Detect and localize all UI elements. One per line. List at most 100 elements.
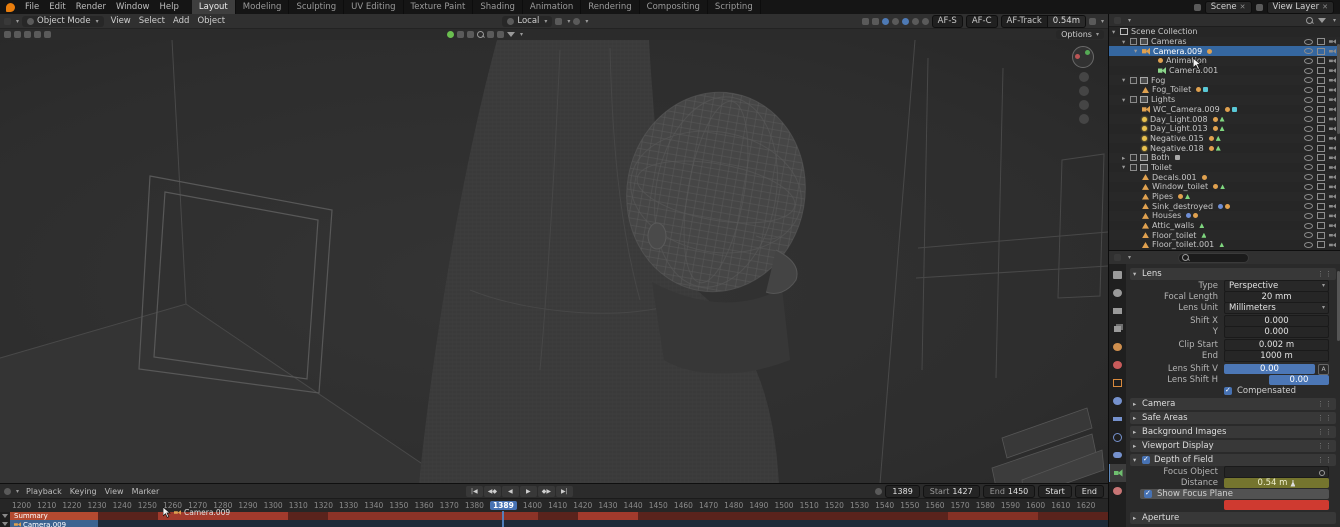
collection-checkbox[interactable]: [1130, 96, 1137, 103]
outliner-row[interactable]: Animation: [1109, 56, 1340, 66]
view-layer-selector[interactable]: View Layer ✕: [1267, 1, 1334, 14]
disable-in-renders-icon[interactable]: [1329, 242, 1336, 247]
outliner-row[interactable]: Sink_destroyed: [1109, 201, 1340, 211]
workspace-tab[interactable]: Texture Paint: [404, 0, 474, 14]
tab-object-data[interactable]: [1109, 464, 1126, 482]
play-button[interactable]: ▶: [520, 486, 537, 497]
hide-in-viewport-icon[interactable]: [1304, 77, 1313, 83]
3d-viewport[interactable]: [0, 40, 1108, 483]
outliner-row[interactable]: Both: [1109, 153, 1340, 163]
topbar-menu-item[interactable]: Edit: [44, 2, 70, 12]
filter-funnel-icon[interactable]: [507, 32, 515, 37]
camera-keyframe-track[interactable]: [98, 520, 1108, 527]
tab-physics[interactable]: [1109, 428, 1126, 446]
overlays-toggle-icon[interactable]: [872, 18, 879, 25]
workspace-tab[interactable]: Modeling: [236, 0, 290, 14]
tab-material[interactable]: [1109, 482, 1126, 500]
zoom-icon[interactable]: [1079, 72, 1089, 82]
hide-in-viewport-icon[interactable]: [1304, 194, 1313, 200]
disable-in-viewports-icon[interactable]: [1317, 222, 1325, 229]
eyedropper-icon[interactable]: [1290, 480, 1295, 487]
disable-in-renders-icon[interactable]: [1329, 107, 1336, 112]
tab-constraints[interactable]: [1109, 446, 1126, 464]
next-keyframe-button[interactable]: ◆▶: [538, 486, 555, 497]
expand-arrow-icon[interactable]: [1122, 154, 1130, 162]
gizmo-toggle-icon[interactable]: [862, 18, 869, 25]
tab-world[interactable]: [1109, 356, 1126, 374]
frame-start-field[interactable]: Start 1427: [923, 485, 980, 498]
frame-end-field[interactable]: End 1450: [983, 485, 1036, 498]
disable-in-viewports-icon[interactable]: [1317, 125, 1325, 132]
timeline-menu-item[interactable]: Playback: [22, 487, 66, 496]
hide-in-viewport-icon[interactable]: [1304, 68, 1313, 74]
select-box-icon[interactable]: [14, 31, 21, 38]
disable-in-viewports-icon[interactable]: [1317, 116, 1325, 123]
lens-shift-v-slider[interactable]: 0.00: [1224, 364, 1315, 374]
topbar-menu-item[interactable]: Render: [71, 2, 111, 12]
outliner-row[interactable]: Negative.015: [1109, 134, 1340, 144]
lens-type-dropdown[interactable]: Perspective: [1224, 280, 1329, 292]
hide-in-viewport-icon[interactable]: [1304, 223, 1313, 229]
disable-in-renders-icon[interactable]: [1329, 175, 1336, 180]
disable-in-renders-icon[interactable]: [1329, 58, 1336, 63]
previous-keyframe-button[interactable]: ◀◆: [484, 486, 501, 497]
show-focus-plane-row[interactable]: Show Focus Plane: [1140, 489, 1329, 499]
properties-search-input[interactable]: [1178, 253, 1249, 263]
lens-panel-header[interactable]: Lens: [1130, 268, 1336, 280]
animated-red-field[interactable]: [1224, 500, 1329, 510]
tab-object[interactable]: [1109, 374, 1126, 392]
disable-in-renders-icon[interactable]: [1329, 126, 1336, 131]
lens-unit-dropdown[interactable]: Millimeters: [1224, 302, 1329, 314]
hide-in-viewport-icon[interactable]: [1304, 242, 1313, 248]
jump-to-end-button[interactable]: ▶|: [556, 486, 573, 497]
properties-editor-icon[interactable]: [1114, 254, 1121, 261]
tab-modifiers[interactable]: [1109, 392, 1126, 410]
summary-keyframe-track[interactable]: [98, 512, 1108, 520]
hide-in-viewport-icon[interactable]: [1304, 155, 1313, 161]
properties-section-header[interactable]: Viewport Display: [1130, 440, 1336, 452]
workspace-tab[interactable]: Compositing: [640, 0, 708, 14]
timeline-menu-item[interactable]: Marker: [128, 487, 164, 496]
mirror-x-icon[interactable]: [487, 31, 494, 38]
collapse-arrow-icon[interactable]: [1133, 270, 1142, 278]
focus-object-field[interactable]: [1224, 466, 1329, 478]
disable-in-viewports-icon[interactable]: [1317, 212, 1325, 219]
switch-view-icon[interactable]: [467, 31, 474, 38]
expand-arrow-icon[interactable]: [1122, 96, 1130, 104]
close-icon[interactable]: ✕: [1240, 3, 1246, 11]
animate-decorator-icon[interactable]: [1318, 364, 1329, 375]
collapse-arrow-icon[interactable]: [1133, 456, 1142, 464]
disable-in-viewports-icon[interactable]: [1317, 38, 1325, 45]
expand-arrow-icon[interactable]: [1122, 76, 1130, 84]
workspace-tab[interactable]: Shading: [473, 0, 523, 14]
hide-in-viewport-icon[interactable]: [1304, 164, 1313, 170]
cursor-tool-icon[interactable]: [44, 31, 51, 38]
af-track-button[interactable]: AF-Track: [1001, 15, 1048, 28]
topbar-menu-item[interactable]: Window: [111, 2, 155, 12]
channel-filter-icon[interactable]: [0, 520, 10, 527]
editor-type-icon[interactable]: [4, 18, 11, 25]
select-lasso-icon[interactable]: [34, 31, 41, 38]
viewport-menu-item[interactable]: Object: [193, 16, 229, 26]
af-distance-value[interactable]: 0.54m: [1048, 15, 1086, 28]
disable-in-viewports-icon[interactable]: [1317, 154, 1325, 161]
visibility-dropdown-icon[interactable]: [497, 31, 504, 38]
tab-render[interactable]: [1109, 284, 1126, 302]
disable-in-renders-icon[interactable]: [1329, 87, 1336, 92]
panel-menu-icon[interactable]: [1317, 270, 1333, 278]
outliner-row[interactable]: Camera.001: [1109, 66, 1340, 76]
hide-in-viewport-icon[interactable]: [1304, 174, 1313, 180]
mode-dropdown[interactable]: Object Mode▾: [22, 16, 104, 27]
play-reverse-button[interactable]: ◀: [502, 486, 519, 497]
shading-wireframe-icon[interactable]: [892, 18, 899, 25]
header-extra-icon[interactable]: [1089, 18, 1096, 25]
disable-in-viewports-icon[interactable]: [1317, 145, 1325, 152]
hide-in-viewport-icon[interactable]: [1304, 184, 1313, 190]
toggle-ortho-icon[interactable]: [1079, 114, 1089, 124]
collection-checkbox[interactable]: [1130, 164, 1137, 171]
disable-in-viewports-icon[interactable]: [1317, 203, 1325, 210]
outliner-row[interactable]: Camera.009: [1109, 46, 1340, 56]
disable-in-renders-icon[interactable]: [1329, 165, 1336, 170]
workspace-tab[interactable]: Layout: [192, 0, 236, 14]
clip-end-field[interactable]: 1000 m: [1224, 350, 1329, 362]
